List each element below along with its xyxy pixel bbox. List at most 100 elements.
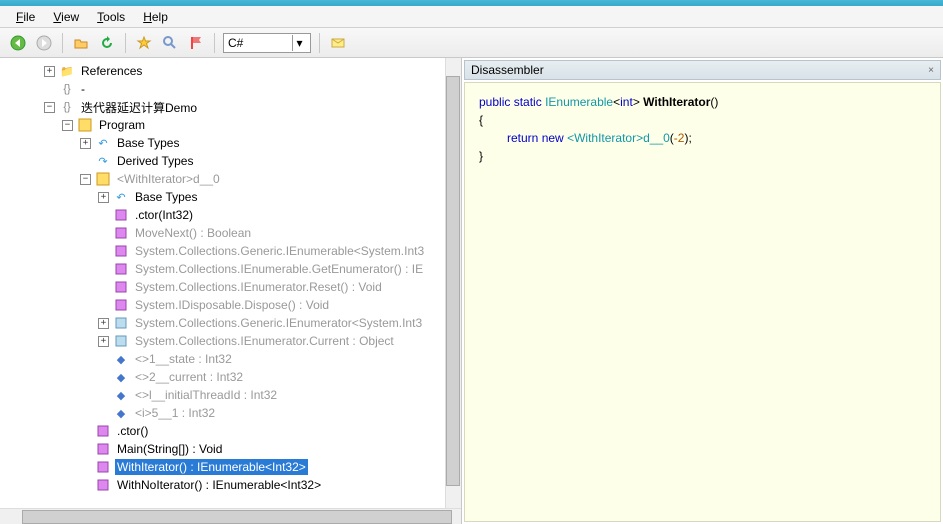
tree-node-sys1[interactable]: System.Collections.Generic.IEnumerable<S… [0,242,461,260]
method-icon [113,261,129,277]
menu-view[interactable]: View [45,8,87,26]
tree-label: 迭代器延迟计算Demo [79,98,199,117]
menu-help[interactable]: Help [135,8,176,26]
tree-label: WithIterator() : IEnumerable<Int32> [115,459,308,475]
expand-icon[interactable]: + [98,318,109,329]
scrollbar-thumb[interactable] [22,510,452,524]
tree-label: WithNoIterator() : IEnumerable<Int32> [115,477,323,493]
toolbar-separator [125,33,126,53]
tree-horizontal-scrollbar[interactable] [0,508,461,524]
tree-label: System.Collections.IEnumerable.GetEnumer… [133,261,425,277]
method-icon [95,459,111,475]
tree-label: - [79,81,87,97]
tree-node-sys6[interactable]: + System.Collections.IEnumerator.Current … [0,332,461,350]
tree-label: Program [97,117,147,133]
method-icon [113,225,129,241]
tree-node-ctor-int[interactable]: .ctor(Int32) [0,206,461,224]
panel-title: Disassembler [471,63,544,77]
tree-node-state[interactable]: ◆<>1__state : Int32 [0,350,461,368]
tree-label: Base Types [133,189,199,205]
collapse-icon[interactable]: − [80,174,91,185]
method-icon [113,297,129,313]
field-icon: ◆ [113,369,129,385]
tree-node-basetypes2[interactable]: +↶Base Types [0,188,461,206]
tree-scroll[interactable]: +📁References {}- −{}迭代器延迟计算Demo −Program… [0,58,461,508]
braces-icon: {} [59,81,75,97]
tree-node-threadid[interactable]: ◆<>l__initialThreadId : Int32 [0,386,461,404]
method-icon [113,243,129,259]
back-button[interactable] [8,33,28,53]
blank-icon [44,84,55,95]
code-line: } [479,147,926,165]
toolbar-separator [214,33,215,53]
tree-label: .ctor(Int32) [133,207,195,223]
open-button[interactable] [71,33,91,53]
class-icon [95,171,111,187]
toolbar-separator [319,33,320,53]
field-icon: ◆ [113,405,129,421]
tree-node-demo[interactable]: −{}迭代器延迟计算Demo [0,98,461,116]
expand-icon[interactable]: + [98,336,109,347]
scrollbar-thumb[interactable] [446,76,460,486]
toolbar-separator [62,33,63,53]
tree-label: <>2__current : Int32 [133,369,245,385]
favorite-button[interactable] [134,33,154,53]
tree-node-withiterator[interactable]: WithIterator() : IEnumerable<Int32> [0,458,461,476]
search-button[interactable] [160,33,180,53]
tree-node-ctor[interactable]: .ctor() [0,422,461,440]
main-area: +📁References {}- −{}迭代器延迟计算Demo −Program… [0,58,943,524]
tree-node-sys3[interactable]: System.Collections.IEnumerator.Reset() :… [0,278,461,296]
tree-node-dash[interactable]: {}- [0,80,461,98]
dropdown-arrow-icon: ▾ [292,35,306,51]
expand-icon[interactable]: + [98,192,109,203]
expand-icon[interactable]: + [44,66,55,77]
tree-node-basetypes[interactable]: + ↶Base Types [0,134,461,152]
tree-node-withnoiterator[interactable]: WithNoIterator() : IEnumerable<Int32> [0,476,461,494]
arrow-icon: ↶ [95,135,111,151]
property-icon [113,333,129,349]
method-icon [95,477,111,493]
braces-icon: {} [59,99,75,115]
blank-icon [80,156,91,167]
tree-node-derivedtypes[interactable]: ↷Derived Types [0,152,461,170]
tree-label: <WithIterator>d__0 [115,171,222,187]
field-icon: ◆ [113,351,129,367]
method-icon [113,207,129,223]
tree-node-references[interactable]: +📁References [0,62,461,80]
tree-node-main[interactable]: Main(String[]) : Void [0,440,461,458]
method-icon [95,423,111,439]
tree-node-program[interactable]: − Program [0,116,461,134]
mail-button[interactable] [328,33,348,53]
code-view[interactable]: public static IEnumerable<int> WithItera… [464,82,941,522]
tree-node-movenext[interactable]: MoveNext() : Boolean [0,224,461,242]
menubar: File View Tools Help [0,6,943,28]
method-icon [113,279,129,295]
forward-button[interactable] [34,33,54,53]
close-icon[interactable]: × [928,65,934,76]
property-icon [113,315,129,331]
method-icon [95,441,111,457]
tree-vertical-scrollbar[interactable] [445,58,461,508]
expand-icon[interactable]: + [80,138,91,149]
menu-file[interactable]: File [8,8,43,26]
tree-node-current[interactable]: ◆<>2__current : Int32 [0,368,461,386]
tree-label: Main(String[]) : Void [115,441,224,457]
field-icon: ◆ [113,387,129,403]
menu-tools[interactable]: Tools [89,8,133,26]
tree-node-sys4[interactable]: System.IDisposable.Dispose() : Void [0,296,461,314]
language-combo-value: C# [228,36,243,50]
flag-button[interactable] [186,33,206,53]
disassembler-panel-header: Disassembler × [464,60,941,80]
collapse-icon[interactable]: − [62,120,73,131]
code-line: return new <WithIterator>d__0(-2); [479,129,926,147]
tree-node-i5[interactable]: ◆<i>5__1 : Int32 [0,404,461,422]
tree-label: System.Collections.IEnumerator.Current :… [133,333,396,349]
tree-node-withiterator-class[interactable]: − <WithIterator>d__0 [0,170,461,188]
collapse-icon[interactable]: − [44,102,55,113]
language-combo[interactable]: C# ▾ [223,33,311,53]
tree-label: Base Types [115,135,181,151]
refresh-button[interactable] [97,33,117,53]
tree-label: System.Collections.Generic.IEnumerator<S… [133,315,424,331]
tree-node-sys5[interactable]: + System.Collections.Generic.IEnumerator<… [0,314,461,332]
tree-node-sys2[interactable]: System.Collections.IEnumerable.GetEnumer… [0,260,461,278]
